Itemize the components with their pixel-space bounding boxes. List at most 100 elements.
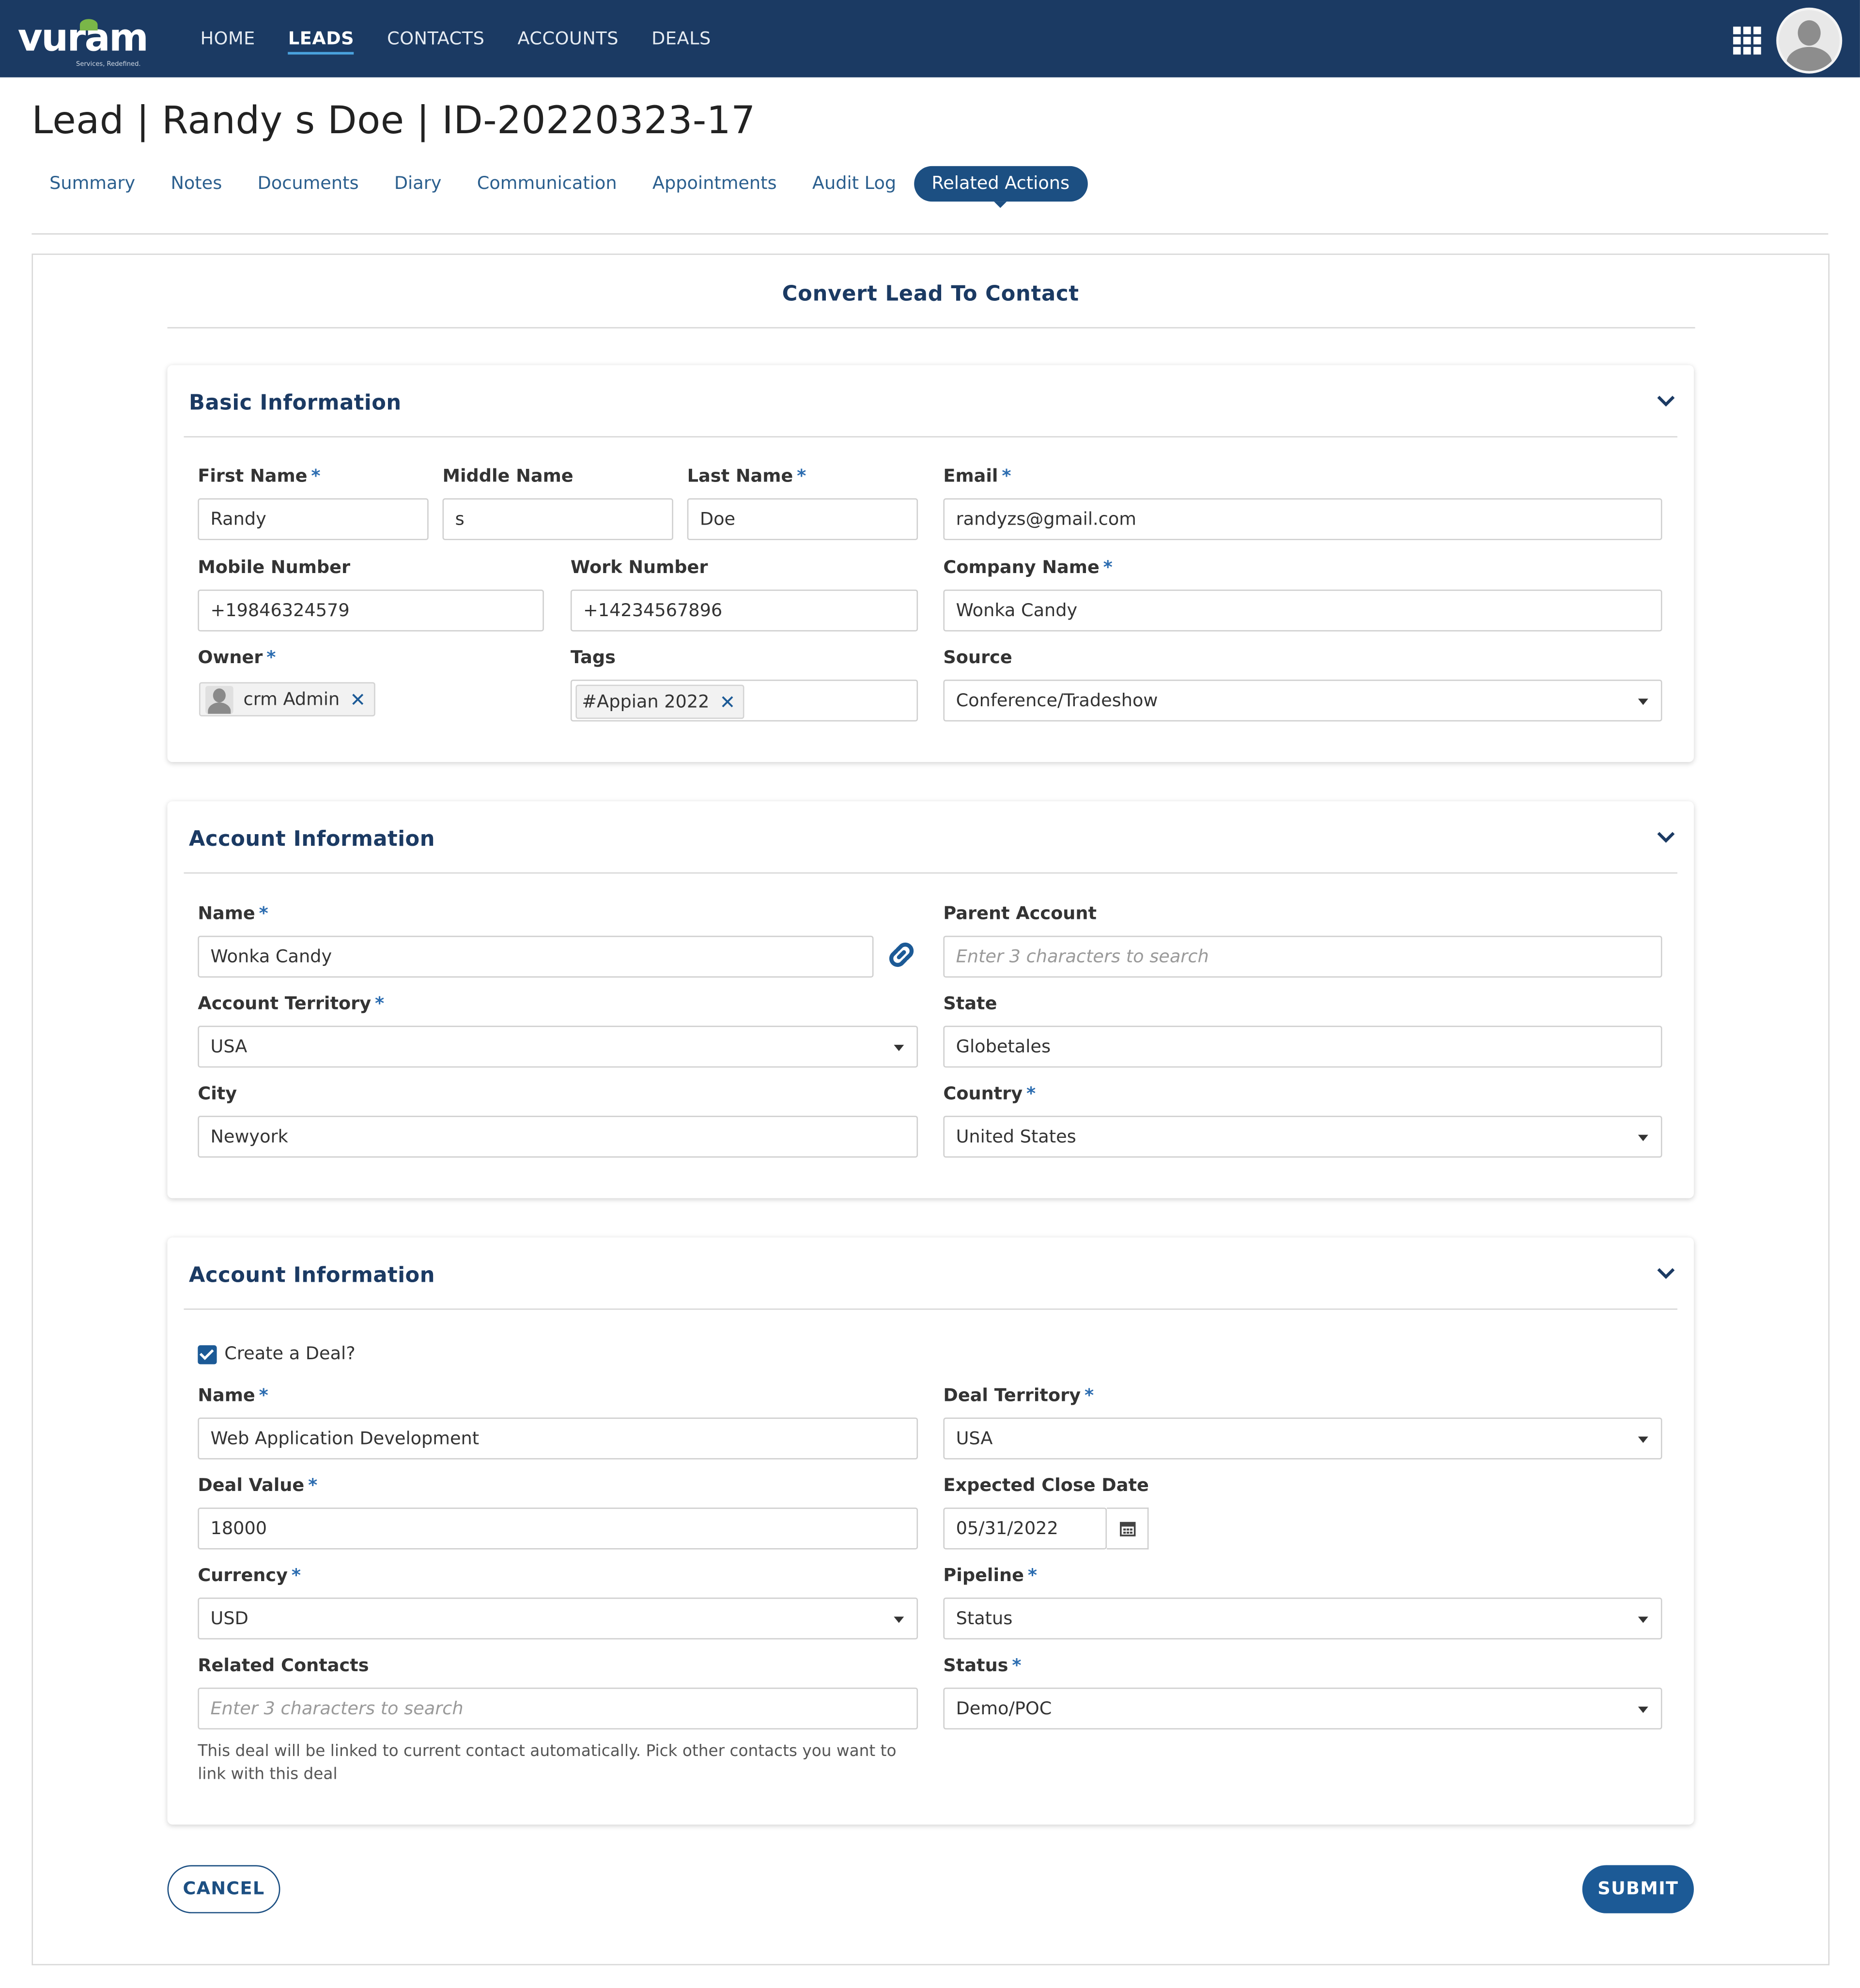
- pipeline-label: Pipeline: [943, 1566, 1024, 1586]
- required-marker: *: [1026, 1084, 1036, 1104]
- card-divider: [184, 436, 1677, 438]
- tab-documents[interactable]: Documents: [240, 166, 376, 202]
- country-field: Country * United States: [943, 1084, 1662, 1160]
- pipeline-select-value: Status: [956, 1609, 1013, 1630]
- chevron-down-icon[interactable]: [1656, 1265, 1676, 1280]
- remove-icon[interactable]: ✕: [719, 690, 735, 713]
- state-input[interactable]: Globetales: [943, 1025, 1662, 1068]
- nav-leads[interactable]: LEADS: [288, 0, 355, 78]
- currency-select[interactable]: USD: [198, 1598, 918, 1640]
- tab-appointments[interactable]: Appointments: [635, 166, 794, 202]
- tab-notes[interactable]: Notes: [153, 166, 240, 202]
- mobile-number-field: Mobile Number +19846324579: [198, 558, 544, 634]
- remove-icon[interactable]: ✕: [350, 688, 366, 711]
- deal-territory-label: Deal Territory: [943, 1385, 1081, 1406]
- mobile-number-label: Mobile Number: [198, 558, 351, 578]
- owner-label: Owner: [198, 648, 263, 668]
- checkbox-checked-icon[interactable]: [198, 1344, 217, 1364]
- app-root: vuram Services, Redefined. HOME LEADS CO…: [0, 0, 1860, 1988]
- tab-related-actions[interactable]: Related Actions: [914, 166, 1087, 208]
- related-contacts-field: Related Contacts Enter 3 characters to s…: [198, 1656, 918, 1732]
- account-name-input[interactable]: Wonka Candy: [198, 935, 874, 978]
- last-name-input[interactable]: Doe: [687, 498, 918, 541]
- tab-summary[interactable]: Summary: [31, 166, 153, 202]
- country-select[interactable]: United States: [943, 1116, 1662, 1158]
- status-select[interactable]: Demo/POC: [943, 1687, 1662, 1730]
- city-field: City Newyork: [198, 1084, 918, 1160]
- middle-name-input[interactable]: s: [442, 498, 673, 541]
- city-input[interactable]: Newyork: [198, 1116, 918, 1158]
- tab-diary[interactable]: Diary: [376, 166, 459, 202]
- country-label: Country: [943, 1084, 1023, 1104]
- required-marker: *: [259, 1385, 268, 1406]
- expected-close-date-field: Expected Close Date 05/31/2022: [943, 1475, 1149, 1552]
- work-number-input[interactable]: +14234567896: [570, 590, 918, 632]
- account-information-card: Account Information Name * Wonka Candy Pa…: [167, 801, 1694, 1198]
- link-icon[interactable]: [883, 936, 921, 974]
- tag-chip[interactable]: #Appian 2022 ✕: [575, 684, 744, 719]
- parent-account-field: Parent Account Enter 3 characters to sea…: [943, 904, 1662, 980]
- source-select[interactable]: Conference/Tradeshow: [943, 679, 1662, 722]
- company-name-input[interactable]: Wonka Candy: [943, 590, 1662, 632]
- tab-audit-log[interactable]: Audit Log: [794, 166, 914, 202]
- pipeline-select[interactable]: Status: [943, 1598, 1662, 1640]
- basic-information-heading: Basic Information: [189, 390, 402, 415]
- deal-value-field: Deal Value * 18000: [198, 1476, 918, 1552]
- tags-input[interactable]: #Appian 2022 ✕: [570, 679, 918, 722]
- account-name-field: Name * Wonka Candy: [198, 904, 874, 980]
- email-input[interactable]: randyzs@gmail.com: [943, 498, 1662, 541]
- nav-deals[interactable]: DEALS: [651, 0, 711, 78]
- brand-logo[interactable]: vuram Services, Redefined.: [18, 7, 157, 70]
- required-marker: *: [1027, 1566, 1038, 1586]
- nav-home[interactable]: HOME: [201, 0, 255, 78]
- calendar-button[interactable]: [1107, 1507, 1149, 1550]
- owner-chip[interactable]: crm Admin ✕: [199, 682, 375, 716]
- mobile-number-input[interactable]: +19846324579: [198, 590, 544, 632]
- source-select-value: Conference/Tradeshow: [956, 691, 1158, 712]
- dropdown-caret-icon: [1638, 1436, 1648, 1443]
- required-marker: *: [1012, 1656, 1022, 1677]
- required-marker: *: [311, 466, 321, 487]
- middle-name-label: Middle Name: [442, 466, 574, 487]
- city-label: City: [198, 1084, 237, 1104]
- deal-name-input[interactable]: Web Application Development: [198, 1417, 918, 1460]
- submit-button[interactable]: SUBMIT: [1582, 1865, 1694, 1913]
- cancel-button[interactable]: CANCEL: [167, 1865, 280, 1913]
- chevron-down-icon[interactable]: [1656, 393, 1676, 408]
- page-title: Lead | Randy s Doe | ID-20220323-17: [31, 99, 756, 143]
- expected-close-date-label: Expected Close Date: [943, 1475, 1149, 1496]
- convert-lead-panel: Convert Lead To Contact Basic Informatio…: [31, 253, 1830, 1966]
- deal-value-input[interactable]: 18000: [198, 1507, 918, 1550]
- account-territory-select[interactable]: USA: [198, 1025, 918, 1068]
- source-field: Source Conference/Tradeshow: [943, 648, 1662, 724]
- state-label: State: [943, 994, 997, 1014]
- apps-grid-icon[interactable]: [1733, 26, 1761, 55]
- parent-account-label: Parent Account: [943, 904, 1097, 925]
- tab-communication[interactable]: Communication: [459, 166, 635, 202]
- required-marker: *: [291, 1566, 301, 1586]
- account-name-label: Name: [198, 904, 255, 925]
- main-nav: HOME LEADS CONTACTS ACCOUNTS DEALS: [201, 0, 744, 78]
- currency-label: Currency: [198, 1566, 288, 1586]
- create-deal-checkbox-row[interactable]: Create a Deal?: [198, 1344, 356, 1364]
- nav-accounts[interactable]: ACCOUNTS: [517, 0, 619, 78]
- status-field: Status * Demo/POC: [943, 1656, 1662, 1732]
- parent-account-input[interactable]: Enter 3 characters to search: [943, 935, 1662, 978]
- expected-close-date-input[interactable]: 05/31/2022: [943, 1507, 1107, 1550]
- required-marker: *: [266, 648, 276, 668]
- deal-territory-value: USA: [956, 1429, 993, 1449]
- chevron-down-icon[interactable]: [1656, 829, 1676, 844]
- deal-information-card: Account Information Create a Deal? Name *…: [167, 1237, 1694, 1825]
- related-contacts-input[interactable]: Enter 3 characters to search: [198, 1687, 918, 1730]
- tabs-divider: [31, 233, 1829, 235]
- required-marker: *: [308, 1475, 318, 1496]
- status-label: Status: [943, 1656, 1008, 1677]
- tags-label: Tags: [570, 648, 616, 668]
- nav-contacts[interactable]: CONTACTS: [387, 0, 484, 78]
- first-name-input[interactable]: Randy: [198, 498, 429, 541]
- state-field: State Globetales: [943, 994, 1662, 1070]
- deal-territory-select[interactable]: USA: [943, 1417, 1662, 1460]
- user-avatar-icon[interactable]: [1776, 7, 1843, 74]
- owner-chip-label: crm Admin: [243, 689, 340, 710]
- dropdown-caret-icon: [1638, 1134, 1648, 1141]
